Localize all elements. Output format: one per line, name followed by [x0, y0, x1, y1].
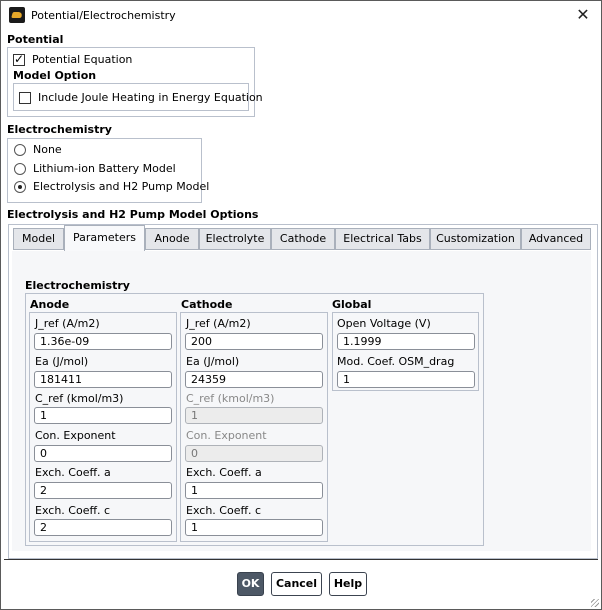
potential-equation-checkbox[interactable]: Potential Equation [13, 52, 133, 66]
open-voltage-input[interactable]: 1.1999 [337, 333, 475, 350]
tab-electrical-tabs[interactable]: Electrical Tabs [335, 228, 430, 250]
cathode-title: Cathode [181, 298, 233, 311]
radio-selected-icon[interactable] [14, 180, 26, 193]
radio-unselected-icon[interactable] [14, 143, 26, 156]
osm-drag-input[interactable]: 1 [337, 371, 475, 388]
tab-cathode[interactable]: Cathode [271, 228, 335, 250]
anode-exch-coeff-c-label: Exch. Coeff. c [35, 504, 111, 517]
anode-exch-coeff-c-input[interactable]: 2 [34, 519, 172, 536]
cathode-cref-input: 1 [185, 407, 323, 424]
checkbox-checked-icon[interactable] [13, 52, 25, 66]
model-options-title: Electrolysis and H2 Pump Model Options [7, 208, 259, 221]
cathode-ea-input[interactable]: 24359 [185, 371, 323, 388]
radio-electrolysis[interactable]: Electrolysis and H2 Pump Model [14, 180, 209, 193]
cathode-jref-input[interactable]: 200 [185, 333, 323, 350]
anode-title: Anode [30, 298, 70, 311]
potential-equation-label: Potential Equation [32, 53, 133, 66]
cancel-button[interactable]: Cancel [271, 572, 322, 596]
window-title: Potential/Electrochemistry [31, 9, 176, 22]
anode-con-exponent-label: Con. Exponent [35, 429, 116, 442]
cathode-jref-label: J_ref (A/m2) [186, 317, 251, 330]
anode-ea-label: Ea (J/mol) [35, 355, 89, 368]
osm-drag-label: Mod. Coef. OSM_drag [337, 355, 455, 368]
cathode-exch-coeff-a-label: Exch. Coeff. a [186, 466, 262, 479]
anode-jref-input[interactable]: 1.36e-09 [34, 333, 172, 350]
tab-model[interactable]: Model [13, 228, 64, 250]
tab-advanced[interactable]: Advanced [521, 228, 591, 250]
close-icon[interactable]: ✕ [573, 5, 593, 25]
radio-lithium-ion[interactable]: Lithium-ion Battery Model [14, 162, 176, 175]
cathode-con-exponent-input: 0 [185, 445, 323, 462]
radio-lithium-ion-label: Lithium-ion Battery Model [33, 162, 176, 175]
cathode-con-exponent-label: Con. Exponent [186, 429, 267, 442]
cathode-exch-coeff-c-input[interactable]: 1 [185, 519, 323, 536]
title-bar[interactable]: Potential/Electrochemistry ✕ [1, 1, 601, 31]
help-button[interactable]: Help [329, 572, 367, 596]
anode-cref-label: C_ref (kmol/m3) [35, 392, 124, 405]
joule-heating-label: Include Joule Heating in Energy Equation [38, 91, 263, 104]
anode-cref-input[interactable]: 1 [34, 407, 172, 424]
tab-anode[interactable]: Anode [145, 228, 199, 250]
radio-none-label: None [33, 143, 62, 156]
tab-parameters[interactable]: Parameters [64, 225, 145, 251]
anode-exch-coeff-a-input[interactable]: 2 [34, 482, 172, 499]
app-icon [9, 7, 25, 23]
radio-electrolysis-label: Electrolysis and H2 Pump Model [33, 180, 210, 193]
checkbox-unchecked-icon[interactable] [19, 91, 31, 104]
anode-jref-label: J_ref (A/m2) [35, 317, 100, 330]
cathode-cref-label: C_ref (kmol/m3) [186, 392, 275, 405]
model-option-title: Model Option [13, 69, 97, 82]
footer-divider [4, 559, 598, 560]
joule-heating-checkbox[interactable]: Include Joule Heating in Energy Equation [19, 91, 263, 104]
cathode-exch-coeff-a-input[interactable]: 1 [185, 482, 323, 499]
dialog-window: Potential/Electrochemistry ✕ Potential P… [0, 0, 602, 610]
radio-unselected-icon[interactable] [14, 162, 26, 175]
open-voltage-label: Open Voltage (V) [337, 317, 431, 330]
resize-grip[interactable] [591, 599, 599, 607]
radio-none[interactable]: None [14, 143, 62, 156]
ok-button[interactable]: OK [237, 572, 264, 596]
tab-electrolyte[interactable]: Electrolyte [199, 228, 271, 250]
potential-section-title: Potential [7, 33, 64, 46]
electrochemistry-section-title: Electrochemistry [7, 123, 112, 136]
electrochemistry-params-title: Electrochemistry [25, 279, 130, 292]
anode-ea-input[interactable]: 181411 [34, 371, 172, 388]
cathode-exch-coeff-c-label: Exch. Coeff. c [186, 504, 262, 517]
global-title: Global [332, 298, 372, 311]
cathode-ea-label: Ea (J/mol) [186, 355, 240, 368]
anode-con-exponent-input[interactable]: 0 [34, 445, 172, 462]
tab-customization[interactable]: Customization [430, 228, 521, 250]
anode-exch-coeff-a-label: Exch. Coeff. a [35, 466, 111, 479]
